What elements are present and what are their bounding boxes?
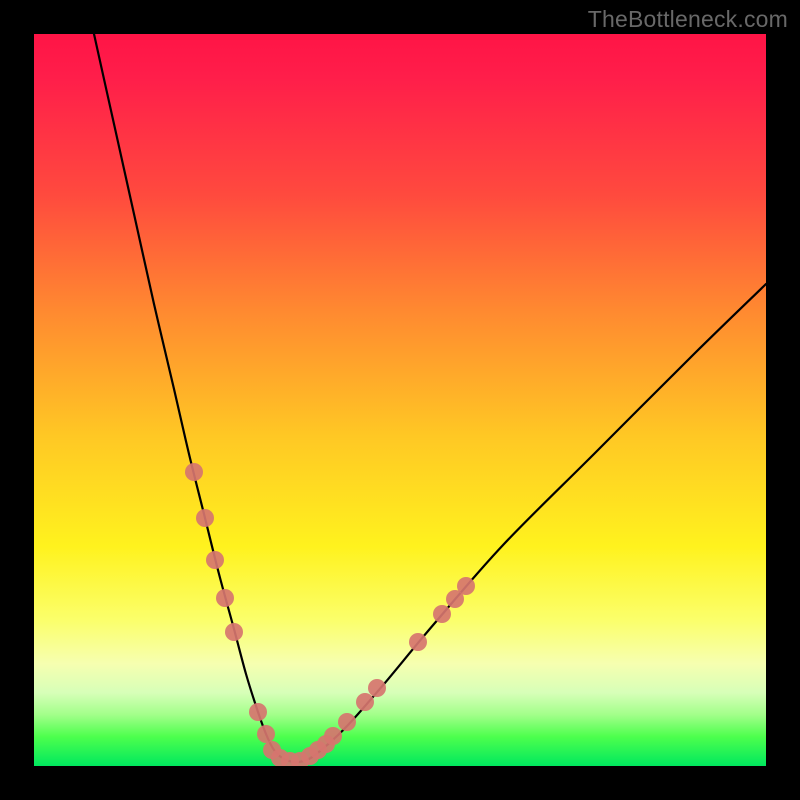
bead-point xyxy=(206,551,224,569)
plot-area xyxy=(34,34,766,766)
bottleneck-curve xyxy=(94,34,766,762)
bead-point xyxy=(409,633,427,651)
bead-point xyxy=(457,577,475,595)
bead-point xyxy=(185,463,203,481)
bead-point xyxy=(196,509,214,527)
watermark-text: TheBottleneck.com xyxy=(588,6,788,33)
bead-point xyxy=(356,693,374,711)
bead-point xyxy=(257,725,275,743)
curve-svg xyxy=(34,34,766,766)
chart-frame: TheBottleneck.com xyxy=(0,0,800,800)
bead-point xyxy=(216,589,234,607)
bead-point xyxy=(338,713,356,731)
bead-point xyxy=(249,703,267,721)
bead-point xyxy=(368,679,386,697)
bead-point xyxy=(433,605,451,623)
bead-point xyxy=(324,727,342,745)
bead-point xyxy=(225,623,243,641)
beads-group xyxy=(185,463,475,766)
